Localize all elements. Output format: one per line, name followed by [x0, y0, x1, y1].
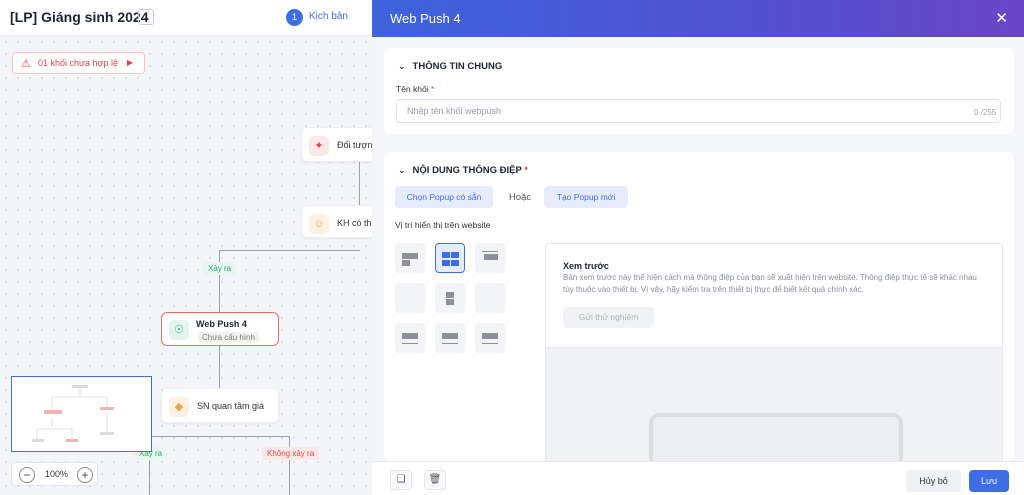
position-bottom-left[interactable]: [395, 323, 425, 353]
preview-description: Bản xem trước này thể hiện cách mà thông…: [563, 273, 977, 294]
chevron-down-icon[interactable]: ⌄: [138, 9, 154, 25]
chevron-down-icon: ⌄: [398, 165, 406, 175]
position-bottom-center[interactable]: [435, 323, 465, 353]
section-title: THÔNG TIN CHUNG: [412, 61, 503, 72]
name-input[interactable]: [396, 99, 1001, 123]
play-icon: ▶: [126, 58, 133, 67]
position-top-right[interactable]: [475, 243, 505, 273]
node-kh[interactable]: ☺ KH có thô: [301, 205, 372, 238]
node-label: KH có thô: [337, 218, 372, 228]
char-counter: 0 /255: [974, 108, 997, 117]
target-icon: ✦: [309, 136, 329, 156]
copy-icon[interactable]: ❏: [390, 470, 412, 490]
step-label[interactable]: Kịch bản: [309, 11, 348, 22]
preview-title: Xem trước: [563, 261, 609, 271]
globe-icon: ☉: [169, 320, 189, 340]
status-badge: Chưa cấu hình: [198, 332, 259, 343]
project-title: [LP] Giáng sinh 2024: [10, 9, 149, 25]
save-button[interactable]: Lưu: [969, 470, 1009, 492]
edge-tag-khong-xay-ra: Không xảy ra: [262, 447, 320, 460]
section-header[interactable]: ⌄ NỘI DUNG THÔNG ĐIỆP *: [398, 165, 528, 176]
invalid-block-alert[interactable]: ⚠ 01 khối chưa hợp lệ ▶: [12, 52, 145, 74]
node-title: Web Push 4: [196, 319, 247, 329]
panel-title: Web Push 4: [390, 11, 461, 26]
diamond-icon: ◆: [169, 397, 189, 417]
section-header[interactable]: ⌄ THÔNG TIN CHUNG: [398, 61, 502, 72]
minimap-preview: [32, 385, 114, 442]
preview-panel: Xem trước Bản xem trước này thể hiện các…: [545, 243, 1003, 493]
user-icon: ☺: [309, 214, 329, 234]
chevron-down-icon: ⌄: [398, 61, 406, 71]
top-bar: [LP] Giáng sinh 2024 ⌄ 1 Kịch bản: [0, 0, 372, 36]
node-doi-tuong[interactable]: ✦ Đối tượng: [301, 127, 372, 162]
connector: [219, 250, 220, 312]
connector: [359, 162, 360, 206]
position-label: Vị trí hiển thị trên website: [395, 220, 491, 230]
connector: [149, 436, 290, 437]
zoom-in-icon[interactable]: +: [77, 467, 93, 483]
panel-footer: ❏ 🗑 Hủy bỏ Lưu: [372, 461, 1024, 495]
or-text: Hoặc: [509, 192, 532, 203]
connector: [219, 346, 220, 388]
trash-icon[interactable]: 🗑: [424, 470, 446, 490]
connector: [219, 250, 360, 251]
position-top-center[interactable]: [435, 243, 465, 273]
connector: [289, 436, 290, 495]
position-bottom-right[interactable]: [475, 323, 505, 353]
zoom-control: − 100% +: [11, 462, 98, 486]
warning-icon: ⚠: [21, 58, 31, 70]
flow-canvas[interactable]: [LP] Giáng sinh 2024 ⌄ 1 Kịch bản ⚠ 01 k…: [0, 0, 372, 495]
choose-popup-button[interactable]: Chọn Popup có sẵn: [395, 186, 493, 208]
name-label: Tên khối *: [396, 84, 435, 94]
position-top-left[interactable]: [395, 243, 425, 273]
section-general: ⌄ THÔNG TIN CHUNG Tên khối * 0 /255: [384, 48, 1014, 134]
position-middle-center[interactable]: [435, 283, 465, 313]
alert-text: 01 khối chưa hợp lệ: [38, 58, 118, 68]
node-sn[interactable]: ◆ SN quan tâm giá: [161, 388, 279, 423]
send-test-button[interactable]: Gửi thử nghiệm: [563, 307, 654, 328]
zoom-value: 100%: [45, 469, 69, 479]
position-middle-right[interactable]: [475, 283, 505, 313]
zoom-out-icon[interactable]: −: [19, 467, 35, 483]
cancel-button[interactable]: Hủy bỏ: [906, 470, 961, 492]
minimap[interactable]: [11, 376, 152, 452]
close-icon[interactable]: ✕: [995, 9, 1008, 27]
node-label: Đối tượng: [337, 140, 372, 150]
position-middle-left[interactable]: [395, 283, 425, 313]
edge-tag-xay-ra: Xảy ra: [203, 262, 237, 275]
create-popup-button[interactable]: Tạo Popup mới: [544, 186, 628, 208]
section-title: NỘI DUNG THÔNG ĐIỆP: [412, 165, 522, 176]
block-settings-panel: Web Push 4 ✕ ⌄ THÔNG TIN CHUNG Tên khối *…: [372, 0, 1024, 495]
node-label: SN quan tâm giá: [197, 401, 265, 411]
node-webpush[interactable]: ☉ Web Push 4 Chưa cấu hình: [161, 312, 279, 346]
step-number[interactable]: 1: [286, 9, 303, 26]
panel-header: Web Push 4 ✕: [372, 0, 1024, 37]
